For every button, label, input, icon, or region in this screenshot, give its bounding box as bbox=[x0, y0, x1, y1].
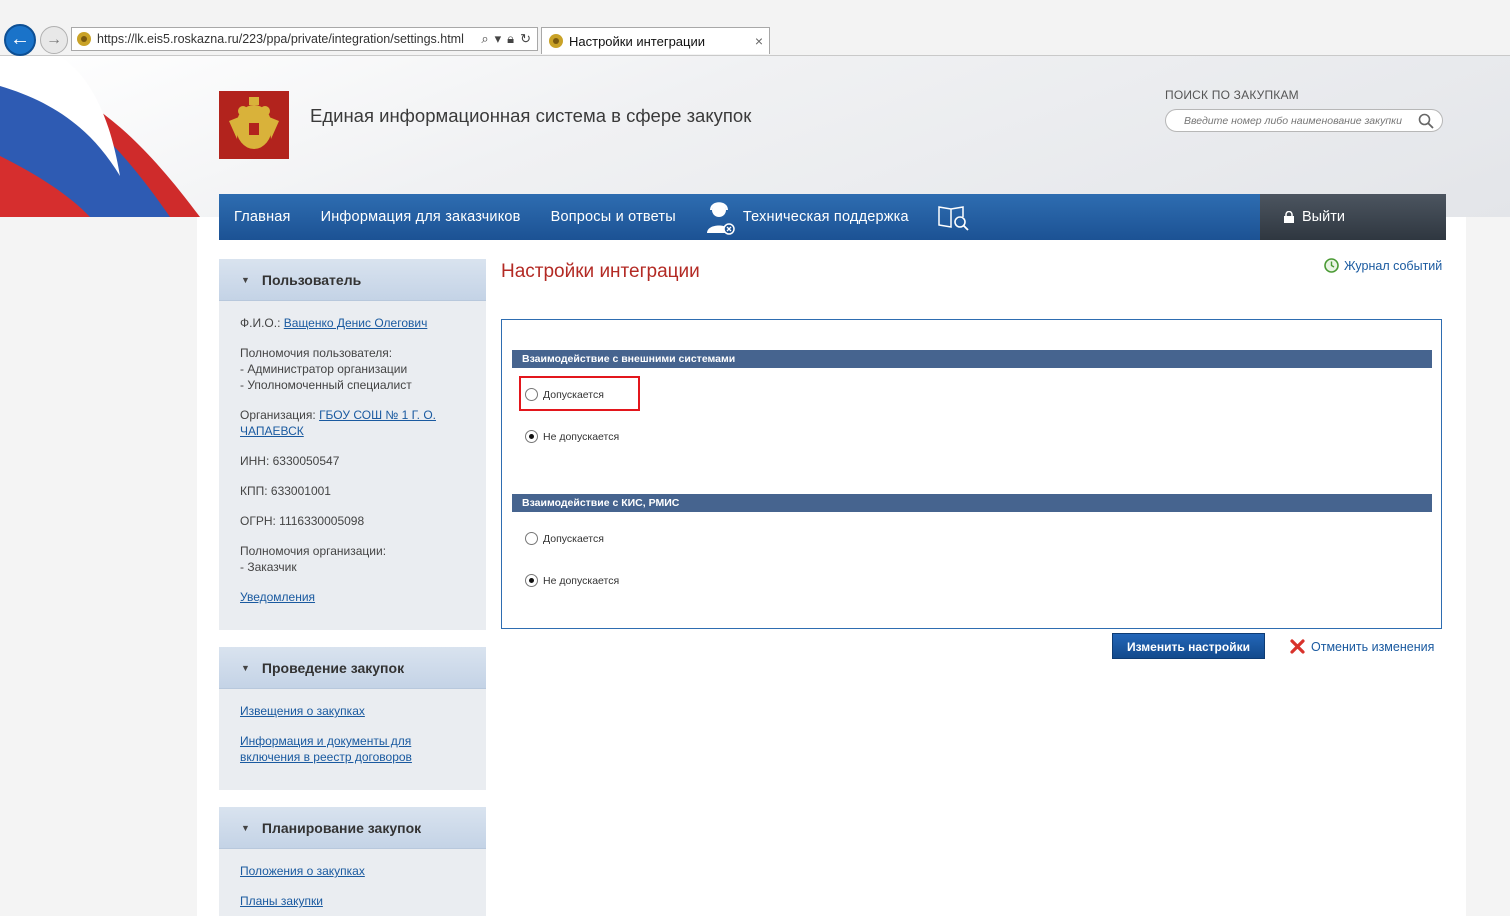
main-nav: Главная Информация для заказчиков Вопрос… bbox=[219, 194, 1446, 240]
notifications-link[interactable]: Уведомления bbox=[240, 590, 315, 604]
inn-text: ИНН: 6330050547 bbox=[240, 454, 340, 468]
radio-label: Не допускается bbox=[543, 574, 620, 587]
radio-label: Допускается bbox=[543, 388, 604, 401]
forward-button[interactable]: → bbox=[40, 26, 68, 54]
browser-toolbar: ← → https://lk.eis5.roskazna.ru/223/ppa/… bbox=[0, 0, 1510, 56]
emblem-favicon-icon bbox=[77, 32, 91, 46]
search-label: ПОИСК ПО ЗАКУПКАМ bbox=[1165, 88, 1299, 102]
radio-external-not-allowed[interactable]: Не допускается bbox=[525, 430, 619, 443]
radio-button[interactable] bbox=[525, 532, 538, 545]
planning-panel-body: Положения о закупках Планы закупки bbox=[219, 849, 486, 916]
refresh-icon[interactable]: ↻ bbox=[520, 31, 531, 47]
org-label: Организация: bbox=[240, 408, 316, 422]
user-right-admin: - Администратор организации bbox=[240, 362, 408, 376]
tab-title: Настройки интеграции bbox=[569, 33, 706, 49]
search-icon[interactable]: ⌕ bbox=[481, 31, 488, 47]
event-journal-link[interactable]: Журнал событий bbox=[1324, 258, 1442, 273]
radio-label: Допускается bbox=[543, 532, 604, 545]
event-journal-label: Журнал событий bbox=[1344, 258, 1443, 273]
back-button[interactable]: ← bbox=[4, 24, 36, 56]
chevron-down-icon: ▼ bbox=[241, 662, 250, 673]
user-panel-title: Пользователь bbox=[261, 271, 362, 288]
radio-kis-not-allowed[interactable]: Не допускается bbox=[525, 574, 619, 587]
org-rights-label: Полномочия организации: bbox=[240, 544, 387, 558]
double-headed-eagle-icon bbox=[229, 97, 279, 159]
kpp-text: КПП: 633001001 bbox=[240, 484, 331, 498]
procurement-panel: ▼ Проведение закупок Извещения о закупка… bbox=[219, 647, 486, 790]
radio-kis-allowed[interactable]: Допускается bbox=[525, 532, 604, 545]
user-panel: ▼ Пользователь Ф.И.О.: Ващенко Денис Оле… bbox=[219, 259, 486, 630]
address-bar[interactable]: https://lk.eis5.roskazna.ru/223/ppa/priv… bbox=[71, 27, 538, 51]
planning-panel-title: Планирование закупок bbox=[261, 819, 422, 836]
browser-tab[interactable]: Настройки интеграции × bbox=[541, 27, 770, 54]
org-right-customer: - Заказчик bbox=[240, 560, 297, 574]
chevron-down-icon: ▼ bbox=[241, 822, 250, 833]
radio-button[interactable] bbox=[525, 388, 538, 401]
user-right-specialist: - Уполномоченный специалист bbox=[240, 378, 412, 392]
radio-button[interactable] bbox=[525, 430, 538, 443]
procurement-panel-body: Извещения о закупках Информация и докуме… bbox=[219, 689, 486, 791]
site-title: Единая информационная система в сфере за… bbox=[310, 105, 752, 126]
user-panel-header[interactable]: ▼ Пользователь bbox=[219, 259, 486, 301]
user-panel-body: Ф.И.О.: Ващенко Денис Олегович Полномочи… bbox=[219, 301, 486, 631]
procurement-regulations-link[interactable]: Положения о закупках bbox=[240, 864, 365, 878]
radio-label: Не допускается bbox=[543, 430, 620, 443]
chevron-down-icon: ▼ bbox=[241, 274, 250, 285]
fio-label: Ф.И.О.: bbox=[240, 316, 281, 330]
coat-of-arms-logo[interactable] bbox=[219, 91, 289, 159]
page-title: Настройки интеграции bbox=[501, 261, 700, 282]
logout-button[interactable]: Выйти bbox=[1260, 194, 1446, 240]
planning-panel: ▼ Планирование закупок Положения о закуп… bbox=[219, 807, 486, 916]
flag-banner-icon bbox=[0, 56, 200, 217]
close-icon[interactable]: × bbox=[749, 33, 769, 49]
chevron-down-icon[interactable]: ▾ bbox=[495, 31, 502, 47]
site-header: Единая информационная система в сфере за… bbox=[0, 56, 1510, 217]
user-rights-label: Полномочия пользователя: bbox=[240, 346, 393, 360]
cancel-changes-link[interactable]: Отменить изменения bbox=[1290, 639, 1434, 654]
radio-button[interactable] bbox=[525, 574, 538, 587]
support-label: Техническая поддержка bbox=[742, 209, 909, 225]
planning-panel-header[interactable]: ▼ Планирование закупок bbox=[219, 807, 486, 849]
procurement-plans-link[interactable]: Планы закупки bbox=[240, 894, 323, 908]
close-icon bbox=[1290, 639, 1305, 654]
lock-icon bbox=[1284, 211, 1294, 223]
url-text[interactable]: https://lk.eis5.roskazna.ru/223/ppa/priv… bbox=[97, 32, 481, 46]
emblem-favicon-icon bbox=[549, 34, 563, 48]
ogrn-text: ОГРН: 1116330005098 bbox=[240, 514, 365, 528]
procurement-notices-link[interactable]: Извещения о закупках bbox=[240, 704, 365, 718]
procurement-panel-header[interactable]: ▼ Проведение закупок bbox=[219, 647, 486, 689]
search-box bbox=[1165, 109, 1443, 132]
user-name-link[interactable]: Ващенко Денис Олегович bbox=[284, 316, 428, 330]
lock-icon: 🔒︎ bbox=[507, 31, 515, 46]
manual-search-icon[interactable] bbox=[937, 203, 969, 231]
integration-settings-form: Взаимодействие с внешними системами Допу… bbox=[501, 319, 1442, 629]
contract-registry-docs-link[interactable]: Информация и документы для включения в р… bbox=[240, 734, 412, 764]
search-icon[interactable] bbox=[1418, 113, 1434, 129]
nav-item-home[interactable]: Главная bbox=[219, 209, 306, 225]
procurement-panel-title: Проведение закупок bbox=[261, 659, 405, 676]
nav-item-customer-info[interactable]: Информация для заказчиков bbox=[306, 209, 536, 225]
search-input[interactable] bbox=[1166, 110, 1406, 131]
support-operator-icon bbox=[706, 202, 735, 235]
section-external-systems-header: Взаимодействие с внешними системами bbox=[512, 350, 1432, 368]
logout-label: Выйти bbox=[1302, 209, 1345, 225]
radio-external-allowed[interactable]: Допускается bbox=[525, 388, 604, 401]
save-settings-button[interactable]: Изменить настройки bbox=[1112, 633, 1265, 659]
cancel-changes-label: Отменить изменения bbox=[1311, 639, 1435, 654]
nav-item-support[interactable]: Техническая поддержка bbox=[691, 199, 909, 235]
nav-item-faq[interactable]: Вопросы и ответы bbox=[536, 209, 691, 225]
clock-icon bbox=[1324, 258, 1339, 273]
section-kis-rmis-header: Взаимодействие с КИС, РМИС bbox=[512, 494, 1432, 512]
